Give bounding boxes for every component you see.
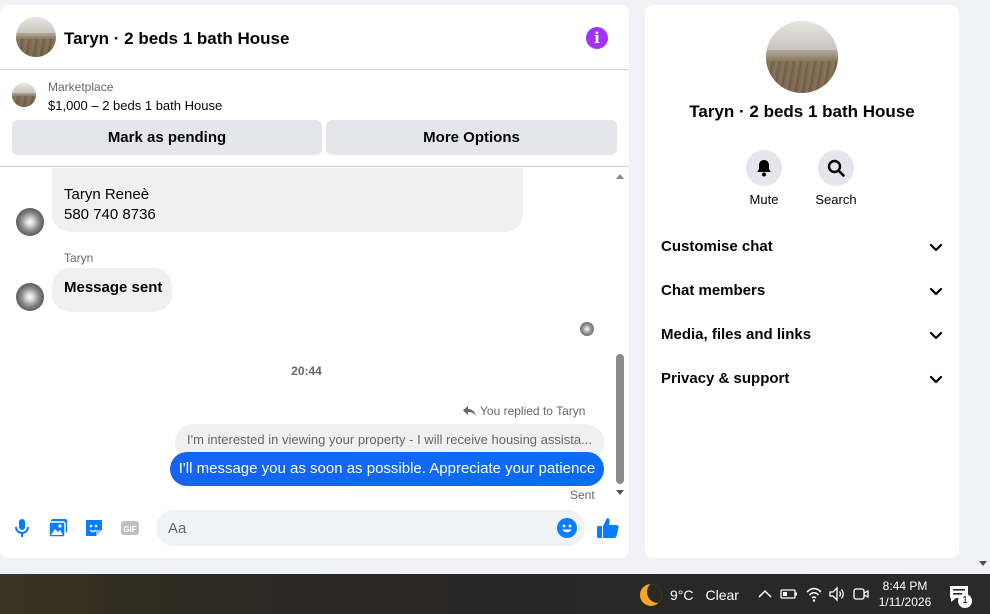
search-button[interactable]: Search: [806, 150, 866, 207]
section-label: Customise chat: [661, 238, 773, 255]
chevron-down-icon: [929, 287, 943, 296]
scroll-thumb[interactable]: [616, 354, 624, 484]
chat-header: Taryn · 2 beds 1 bath House i: [0, 5, 629, 70]
weather-widget[interactable]: 9°C Clear: [640, 584, 739, 606]
chevron-down-icon: [929, 375, 943, 384]
search-label: Search: [815, 192, 857, 207]
incoming-message-text: Message sent: [64, 279, 163, 296]
clock-date: 1/11/2026: [878, 595, 932, 609]
system-clock[interactable]: 8:44 PM 1/11/2026: [870, 578, 940, 610]
conversation-info-panel: Taryn · 2 beds 1 bath House Mute Search …: [645, 5, 959, 558]
wifi-icon[interactable]: [805, 585, 823, 603]
section-customise-chat[interactable]: Customise chat: [661, 235, 943, 259]
section-label: Chat members: [661, 282, 766, 299]
profile-photo[interactable]: [766, 21, 838, 93]
weather-condition: Clear: [705, 587, 739, 603]
mute-circle[interactable]: [746, 150, 782, 186]
contact-card-phone: 580 740 8736: [64, 206, 156, 223]
message-composer: GIF: [0, 503, 629, 558]
sender-name: Taryn: [64, 251, 94, 265]
profile-name: Taryn · 2 beds 1 bath House: [689, 102, 915, 121]
svg-text:GIF: GIF: [123, 525, 136, 534]
chat-panel: Taryn · 2 beds 1 bath House i Marketplac…: [0, 5, 629, 558]
message-timestamp: 20:44: [291, 364, 322, 378]
sender-avatar[interactable]: [16, 283, 44, 311]
search-icon: [827, 159, 845, 177]
more-options-button[interactable]: More Options: [326, 120, 617, 155]
notification-count-badge: 1: [958, 594, 972, 608]
clock-time: 8:44 PM: [882, 579, 928, 593]
marketplace-label: Marketplace: [48, 80, 114, 94]
battery-icon[interactable]: [780, 585, 798, 603]
moon-icon: [640, 584, 662, 606]
message-list[interactable]: Taryn Reneè 580 740 8736 Taryn Message s…: [0, 168, 629, 503]
weather-temperature: 9°C: [670, 587, 694, 603]
listing-title[interactable]: $1,000 – 2 beds 1 bath House: [48, 98, 222, 113]
message-input[interactable]: [156, 510, 585, 546]
conversation-avatar[interactable]: [16, 17, 56, 57]
info-icon[interactable]: i: [586, 27, 608, 49]
section-label: Media, files and links: [661, 326, 812, 343]
section-label: Privacy & support: [661, 370, 790, 387]
bell-icon: [757, 160, 771, 177]
message-status: Sent: [570, 488, 595, 502]
read-receipt-avatar: [580, 322, 594, 336]
chevron-down-icon: [929, 331, 943, 340]
sticker-icon[interactable]: [83, 517, 105, 539]
emoji-icon[interactable]: [556, 517, 578, 539]
reply-indicator-label: You replied to Taryn: [480, 404, 586, 418]
mark-as-pending-button[interactable]: Mark as pending: [12, 120, 322, 155]
listing-thumbnail[interactable]: [12, 83, 36, 107]
search-circle[interactable]: [818, 150, 854, 186]
scroll-down-arrow[interactable]: [616, 490, 624, 495]
chevron-up-icon[interactable]: [756, 585, 774, 603]
incoming-message[interactable]: Message sent: [52, 268, 172, 312]
windows-taskbar: 9°C Clear 8:44 PM 1/11/2026 1: [0, 574, 990, 614]
section-chat-members[interactable]: Chat members: [661, 279, 943, 303]
contact-card-message[interactable]: Taryn Reneè 580 740 8736: [52, 168, 523, 232]
conversation-title[interactable]: Taryn · 2 beds 1 bath House: [64, 29, 289, 49]
message-scrollbar[interactable]: [613, 168, 627, 503]
microphone-icon[interactable]: [11, 517, 33, 539]
mute-label: Mute: [749, 192, 779, 207]
camera-in-use-icon[interactable]: [852, 585, 870, 603]
mute-button[interactable]: Mute: [734, 150, 794, 207]
reply-icon: [463, 405, 476, 416]
sender-avatar[interactable]: [16, 208, 44, 236]
section-privacy-support[interactable]: Privacy & support: [661, 367, 943, 391]
page-scroll-down-arrow[interactable]: [979, 561, 987, 566]
outgoing-message[interactable]: I'll message you as soon as possible. Ap…: [170, 452, 604, 486]
chevron-down-icon: [929, 243, 943, 252]
contact-card-name: Taryn Reneè: [64, 186, 150, 203]
scroll-up-arrow[interactable]: [616, 174, 624, 179]
marketplace-banner: Marketplace $1,000 – 2 beds 1 bath House…: [0, 71, 629, 167]
section-media-files-links[interactable]: Media, files and links: [661, 323, 943, 347]
reply-indicator: You replied to Taryn: [463, 404, 585, 418]
gif-icon[interactable]: GIF: [119, 517, 141, 539]
photo-icon[interactable]: [47, 517, 69, 539]
volume-icon[interactable]: [828, 585, 846, 603]
like-icon[interactable]: [596, 516, 620, 540]
